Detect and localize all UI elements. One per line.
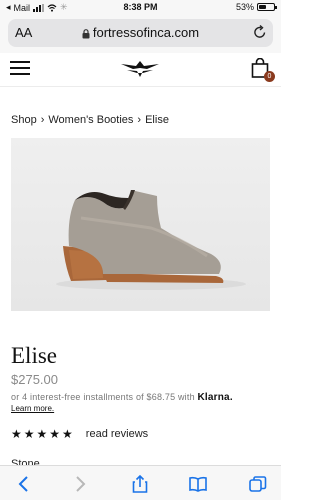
battery-fill xyxy=(259,5,267,9)
status-right: 53% xyxy=(235,2,277,12)
product-image[interactable] xyxy=(11,138,270,311)
back-icon[interactable] xyxy=(14,474,34,494)
share-icon[interactable] xyxy=(130,474,150,494)
battery-percent: 53% xyxy=(235,2,254,12)
learn-more-link[interactable]: Learn more. xyxy=(11,404,54,413)
klarna-installments: or 4 interest-free installments of $68.7… xyxy=(11,392,273,403)
breadcrumb-separator: › xyxy=(40,114,45,126)
product-price: $275.00 xyxy=(11,372,58,387)
reload-icon[interactable] xyxy=(253,24,267,40)
klarna-logo: Klarna. xyxy=(197,392,233,403)
browser-toolbar xyxy=(0,465,281,500)
breadcrumb-current: Elise xyxy=(145,114,169,126)
star-rating[interactable]: ★★★★★ xyxy=(11,428,75,440)
rating-row: ★★★★★ read reviews xyxy=(11,428,148,440)
installments-text: or 4 interest-free installments of $68.7… xyxy=(11,392,195,402)
url-text: fortressofinca.com xyxy=(92,25,200,40)
star-icons: ★★★★★ xyxy=(11,427,75,441)
read-reviews-link[interactable]: read reviews xyxy=(86,428,148,440)
shopping-bag-icon[interactable]: 0 xyxy=(251,57,275,82)
lock-icon xyxy=(82,28,90,39)
bookmarks-icon[interactable] xyxy=(188,474,208,494)
cart-count-badge: 0 xyxy=(264,71,275,82)
breadcrumb-shop[interactable]: Shop xyxy=(11,114,37,126)
status-bar: ◂ Mail ✳ 8:38 PM 53% xyxy=(0,0,281,15)
tabs-icon[interactable] xyxy=(248,474,268,494)
url-display[interactable]: fortressofinca.com xyxy=(8,25,273,40)
battery-icon xyxy=(257,3,277,11)
breadcrumb-womens-booties[interactable]: Women's Booties xyxy=(48,114,133,126)
bootie-illustration xyxy=(56,190,246,290)
breadcrumb: Shop › Women's Booties › Elise xyxy=(11,114,169,126)
address-bar[interactable]: AA fortressofinca.com xyxy=(8,19,273,47)
forward-icon[interactable] xyxy=(70,474,90,494)
brand-logo[interactable] xyxy=(121,61,159,77)
breadcrumb-separator: › xyxy=(137,114,142,126)
hamburger-menu-icon[interactable] xyxy=(10,61,30,77)
site-header: 0 xyxy=(0,53,281,87)
browser-chrome: AA fortressofinca.com xyxy=(0,15,281,53)
product-title: Elise xyxy=(11,343,57,368)
